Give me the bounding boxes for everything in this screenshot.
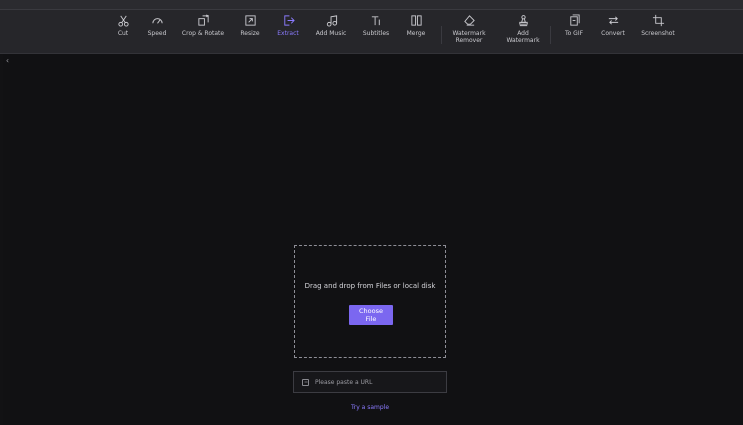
choose-file-button[interactable]: Choose File <box>349 305 393 325</box>
extract-icon <box>283 15 295 26</box>
chevron-left-icon: ‹ <box>5 56 10 65</box>
tool-label: Resize <box>240 30 260 37</box>
window-top-strip <box>0 0 743 10</box>
tool-label: Screenshot <box>641 30 675 37</box>
text-icon <box>371 16 380 26</box>
tool-label: Cut <box>117 30 129 37</box>
resize-icon <box>244 15 256 26</box>
tool-label: Convert <box>601 30 625 37</box>
sidebar-collapse-button[interactable]: ‹ <box>3 55 12 66</box>
speedometer-icon <box>151 18 163 24</box>
drop-instructions: Drag and drop from Files or local disk <box>304 282 436 290</box>
tool-label: Subtitles <box>362 30 390 37</box>
try-sample-link[interactable]: Try a sample <box>330 404 410 411</box>
file-drop-zone[interactable]: Drag and drop from Files or local disk C… <box>294 245 446 358</box>
tool-label: Add Watermark <box>506 30 540 44</box>
link-icon <box>302 378 309 386</box>
scissors-icon <box>117 15 129 27</box>
crop-rotate-icon <box>197 14 209 26</box>
tool-screenshot[interactable]: Screenshot <box>630 14 686 37</box>
tool-add-watermark[interactable]: Add Watermark <box>495 14 551 44</box>
merge-icon <box>410 15 422 26</box>
eraser-icon <box>463 15 475 26</box>
crop-icon <box>652 14 664 27</box>
tool-label: Crop & Rotate <box>181 30 225 37</box>
tool-label: Extract <box>277 30 299 37</box>
tool-watermark-remover[interactable]: Watermark Remover <box>441 14 497 44</box>
tool-label: Watermark Remover <box>452 30 486 44</box>
tool-toolbar: Cut Speed Crop & Rotate Resize Extract A… <box>0 10 743 54</box>
tool-label: Speed <box>147 30 167 37</box>
tool-label: Merge <box>406 30 426 37</box>
stamp-icon <box>518 15 528 27</box>
gif-icon <box>569 14 580 26</box>
workspace-canvas <box>3 54 740 425</box>
music-note-icon <box>326 15 337 27</box>
url-input-box[interactable] <box>293 371 447 393</box>
tool-merge[interactable]: Merge <box>388 14 444 37</box>
tool-label: Add Music <box>315 30 347 37</box>
url-input[interactable] <box>315 372 446 392</box>
tool-label: To GIF <box>564 30 584 37</box>
convert-arrows-icon <box>608 16 618 25</box>
